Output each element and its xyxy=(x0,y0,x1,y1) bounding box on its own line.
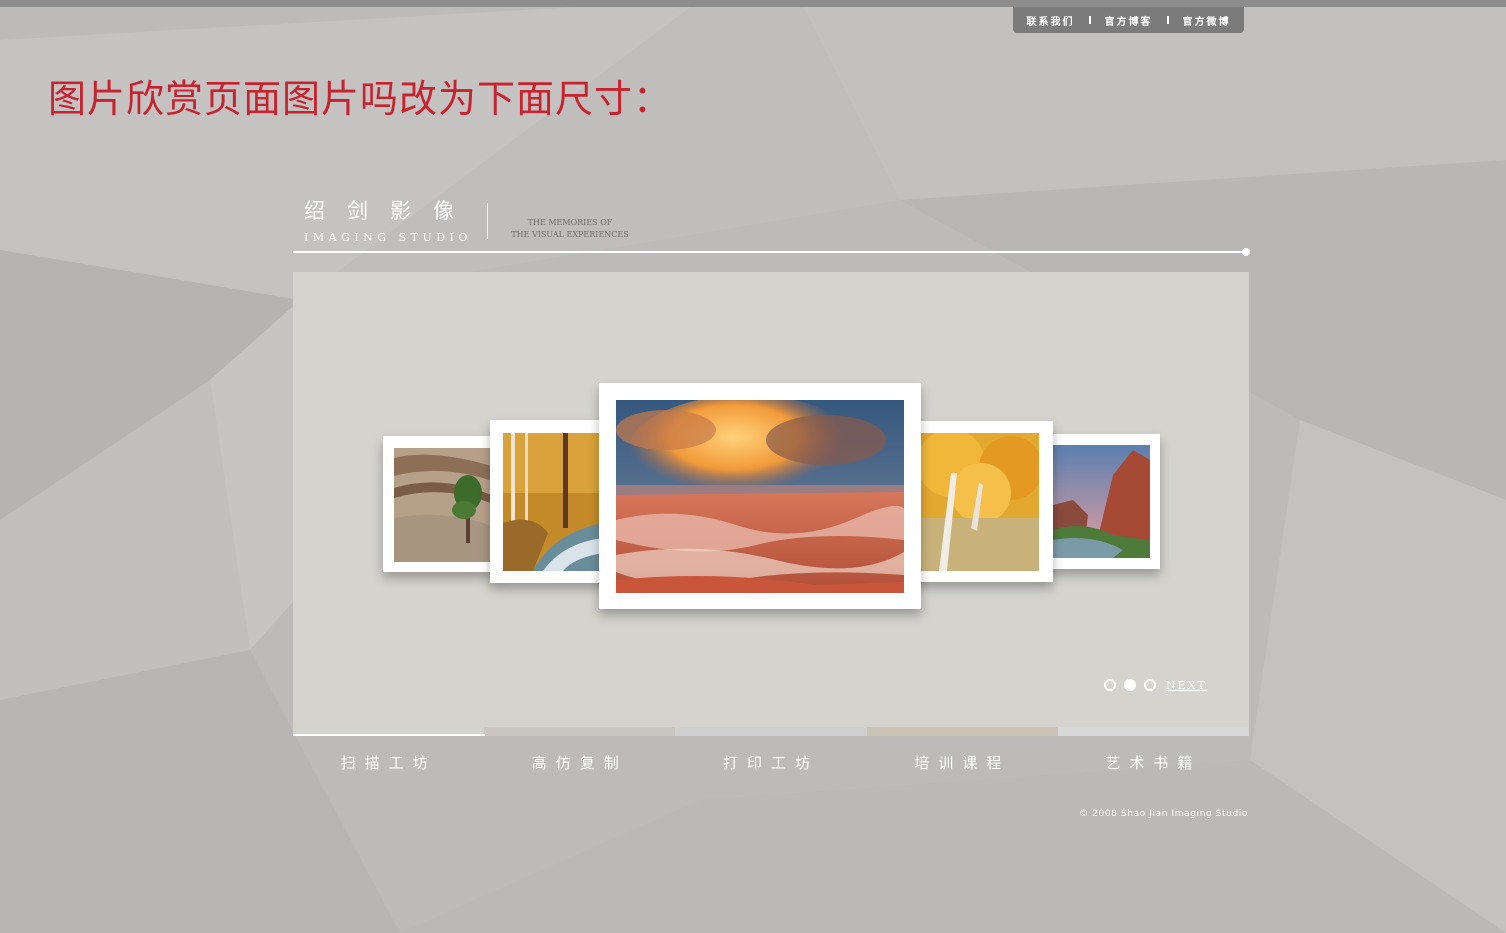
official-blog-link[interactable]: 官方博客 xyxy=(1105,13,1153,28)
pager-dot-2[interactable] xyxy=(1124,679,1136,691)
photo-autumn-stream xyxy=(503,433,603,571)
photo-canyon-storm xyxy=(616,400,904,593)
gallery-pager: NEXT xyxy=(1104,678,1207,692)
gallery-photo-1[interactable] xyxy=(383,436,503,572)
header-rule-dot xyxy=(1242,248,1250,256)
top-link-bar: 联系我们 官方博客 官方微博 xyxy=(1013,7,1244,33)
nav-item-art-books[interactable]: 艺术书籍 xyxy=(1058,752,1249,773)
top-border xyxy=(0,0,1506,7)
official-weibo-link[interactable]: 官方微博 xyxy=(1183,13,1231,28)
tagline-line-2: THE VISUAL EXPERIENCES xyxy=(511,230,629,239)
pager-dot-1[interactable] xyxy=(1104,679,1116,691)
nav-item-print-workshop[interactable]: 打印工坊 xyxy=(675,752,866,773)
nav-bar-segment xyxy=(484,727,676,736)
gallery-photo-2[interactable] xyxy=(490,420,614,583)
nav-item-training-courses[interactable]: 培训课程 xyxy=(867,752,1058,773)
nav-item-scan-workshop[interactable]: 扫描工坊 xyxy=(293,752,484,773)
nav-bar-segment xyxy=(866,727,1058,736)
nav-item-fine-reproduction[interactable]: 高仿复制 xyxy=(484,752,675,773)
link-separator xyxy=(1166,16,1169,24)
link-separator xyxy=(1088,16,1091,24)
photo-rock-and-tree xyxy=(394,448,498,562)
pager-dot-3[interactable] xyxy=(1144,679,1156,691)
gallery-photo-featured[interactable] xyxy=(599,383,921,609)
copyright-text: © 2008 Shao Jian Imaging Studio xyxy=(1079,809,1248,819)
nav-bar-segment xyxy=(675,727,867,736)
brand-logo[interactable]: 绍剑影像 IMAGING STUDIO xyxy=(304,195,476,244)
tagline-line-1: THE MEMORIES OF xyxy=(527,218,613,227)
main-nav: 扫描工坊 高仿复制 打印工坊 培训课程 艺术书籍 xyxy=(293,752,1249,773)
annotation-note: 图片欣赏页面图片吗改为下面尺寸： xyxy=(48,77,673,121)
gallery-photo-5[interactable] xyxy=(1040,434,1160,569)
next-button[interactable]: NEXT xyxy=(1166,679,1207,692)
nav-active-indicator xyxy=(293,734,485,736)
header-rule xyxy=(293,251,1246,253)
contact-us-link[interactable]: 联系我们 xyxy=(1027,13,1075,28)
brand-divider xyxy=(487,203,488,239)
nav-bar-segment xyxy=(1057,727,1250,736)
brand-name-cn: 绍剑影像 xyxy=(304,199,476,223)
photo-golden-birch xyxy=(921,433,1039,571)
gallery-photo-4[interactable] xyxy=(907,421,1053,582)
brand-tagline: THE MEMORIES OF THE VISUAL EXPERIENCES xyxy=(500,217,640,241)
brand-name-en: IMAGING STUDIO xyxy=(304,231,472,244)
photo-red-canyon-river xyxy=(1053,445,1150,558)
